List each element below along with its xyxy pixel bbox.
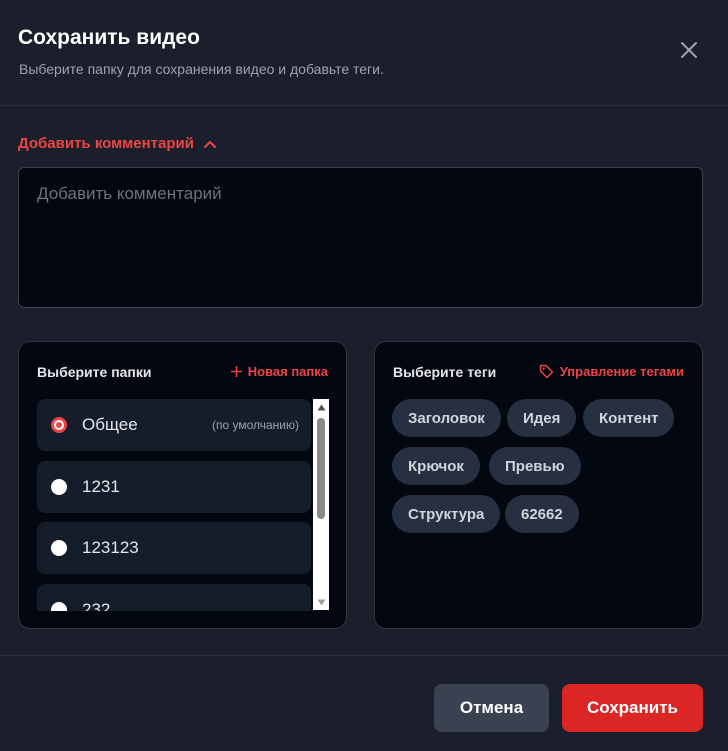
- scroll-thumb[interactable]: [317, 418, 325, 519]
- new-folder-label: Новая папка: [247, 364, 328, 379]
- folder-list[interactable]: Общее (по умолчанию) 1231 123123 232: [37, 399, 331, 611]
- scroll-up-button[interactable]: [313, 400, 329, 414]
- folders-panel: Выберите папки Новая папка Общее (по умо…: [18, 341, 347, 629]
- plus-icon: [230, 366, 242, 377]
- add-comment-label: Добавить комментарий: [18, 135, 194, 152]
- folder-list-scrollbar[interactable]: [313, 399, 329, 610]
- folder-item[interactable]: 123123: [37, 522, 311, 574]
- chevron-up-icon: [203, 140, 216, 148]
- save-button[interactable]: Сохранить: [562, 684, 703, 732]
- scroll-down-button[interactable]: [313, 595, 329, 609]
- tag-chip[interactable]: Контент: [583, 399, 675, 437]
- close-icon: [681, 42, 697, 58]
- default-folder-note: (по умолчанию): [211, 418, 299, 432]
- triangle-up-icon: [317, 404, 325, 410]
- tags-title: Выберите теги: [393, 364, 497, 380]
- comment-input[interactable]: [18, 167, 703, 308]
- close-button[interactable]: [672, 33, 706, 67]
- dialog-footer: Отмена Сохранить: [0, 655, 728, 751]
- folder-name: 123123: [82, 538, 139, 557]
- tag-chip[interactable]: Крючок: [392, 447, 480, 485]
- folder-name: Общее: [82, 415, 138, 434]
- triangle-down-icon: [317, 599, 325, 605]
- dialog-header: Сохранить видео Выберите папку для сохра…: [0, 0, 728, 106]
- manage-tags-label: Управление тегами: [559, 364, 684, 379]
- folders-title: Выберите папки: [37, 364, 152, 380]
- tag-chip[interactable]: Заголовок: [392, 399, 501, 437]
- folder-name: 232: [82, 600, 111, 611]
- cancel-button[interactable]: Отмена: [434, 684, 549, 732]
- folder-item[interactable]: Общее (по умолчанию): [37, 399, 311, 451]
- save-video-dialog: Сохранить видео Выберите папку для сохра…: [0, 0, 728, 751]
- new-folder-button[interactable]: Новая папка: [230, 364, 328, 379]
- tag-chip[interactable]: Превью: [489, 447, 581, 485]
- folder-radio[interactable]: [51, 540, 67, 556]
- folder-radio[interactable]: [51, 602, 67, 611]
- dialog-title: Сохранить видео: [18, 26, 200, 49]
- tag-icon: [539, 364, 553, 379]
- folder-radio-selected[interactable]: [51, 417, 67, 433]
- tag-chip[interactable]: Идея: [507, 399, 577, 437]
- folder-item[interactable]: 232: [37, 584, 311, 611]
- folder-name: 1231: [82, 477, 120, 496]
- tag-chip[interactable]: Структура: [392, 495, 501, 533]
- folder-radio[interactable]: [51, 479, 67, 495]
- tag-chip[interactable]: 62662: [505, 495, 579, 533]
- folder-item[interactable]: 1231: [37, 461, 311, 513]
- add-comment-toggle[interactable]: Добавить комментарий: [18, 135, 216, 152]
- manage-tags-button[interactable]: Управление тегами: [539, 364, 684, 379]
- tags-panel: Выберите теги Управление тегами Заголово…: [374, 341, 703, 629]
- dialog-subtitle: Выберите папку для сохранения видео и до…: [19, 61, 384, 77]
